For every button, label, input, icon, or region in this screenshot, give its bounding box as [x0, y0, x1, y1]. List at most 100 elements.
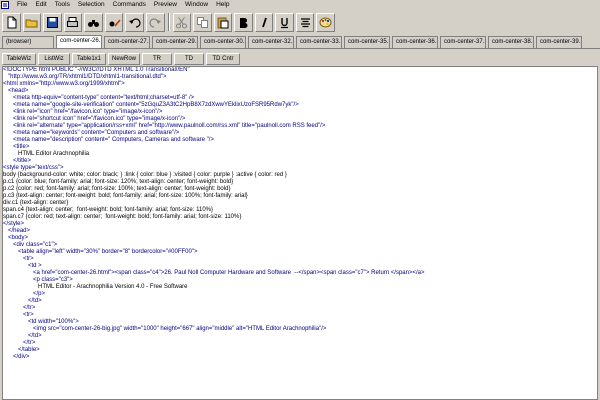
- tab-com-center-26[interactable]: com-center-26....: [56, 35, 102, 48]
- code-line: </title>: [3, 158, 32, 164]
- open-folder-icon: [25, 19, 38, 27]
- underline-icon: [281, 17, 289, 28]
- code-line: p.c3 {text-align: center; font-weight: b…: [3, 193, 248, 199]
- code-line: "http://www.w3.org/TR/xhtml1/DTD/xhtml1-…: [3, 74, 167, 80]
- code-line: <html xmlns="http://www.w3.org/1999/xhtm…: [3, 81, 125, 87]
- menu-preview[interactable]: Preview: [150, 0, 181, 9]
- menu-help[interactable]: Help: [212, 0, 233, 9]
- toolbar-separator: [167, 13, 170, 31]
- paste-button[interactable]: [213, 12, 233, 32]
- color-button[interactable]: [316, 12, 335, 32]
- code-line: <tr>: [3, 312, 34, 318]
- code-line: <!DOCTYPE html PUBLIC "-//W3C//DTD XHTML…: [3, 67, 190, 73]
- redo-button[interactable]: [145, 12, 165, 32]
- find-button[interactable]: [84, 12, 103, 32]
- printer-icon: [67, 16, 79, 27]
- code-line: <a href="com-center-26.html"><span class…: [3, 270, 425, 276]
- align-center-icon: [300, 17, 310, 27]
- code-line: <tr>: [3, 256, 34, 262]
- code-line: </div>: [3, 354, 30, 360]
- code-line: body {background-color: white; color: bl…: [3, 172, 287, 178]
- menu-file[interactable]: File: [13, 0, 31, 9]
- menu-edit[interactable]: Edit: [31, 0, 50, 9]
- copy-button[interactable]: [193, 12, 212, 32]
- tab-com-center-27[interactable]: com-center-27....: [104, 36, 150, 48]
- code-line: <meta name="description" content=" Compu…: [3, 137, 214, 143]
- new-file-button[interactable]: [2, 12, 21, 32]
- code-line: span.c4 {text-align: center; font-weight…: [3, 207, 213, 213]
- code-line: <meta name="keywords" content="Computers…: [3, 130, 180, 136]
- listwiz-button[interactable]: ListWiz: [38, 52, 70, 65]
- menu-window[interactable]: Window: [181, 0, 212, 9]
- tab-com-center-29[interactable]: com-center-29....: [152, 36, 198, 48]
- tab-browser[interactable]: (browser): [2, 36, 54, 48]
- print-button[interactable]: [63, 12, 83, 32]
- code-line: <table align="left" width="30%" border="…: [3, 249, 198, 255]
- td-center-button[interactable]: TD Cntr: [206, 52, 240, 65]
- copy-icon: [196, 16, 208, 28]
- scissors-icon: [176, 16, 188, 28]
- code-line: <body>: [3, 235, 29, 241]
- replace-button[interactable]: [104, 12, 124, 32]
- code-line: HTML Editor Arachnophilia: [3, 151, 90, 157]
- tab-com-center-33[interactable]: com-center-33....: [296, 36, 342, 48]
- code-line: <link rel="shortcut icon" href="/favicon…: [3, 116, 186, 122]
- code-line: <meta name="google-site-verification" co…: [3, 102, 299, 108]
- code-line: p.c2 {color: red; font-family: arial; fo…: [3, 186, 231, 192]
- code-line: <meta http-equiv="content-type" content=…: [3, 95, 195, 101]
- quicktag-bar: TableWiz ListWiz Table1x1 NewRow TR TD T…: [0, 52, 600, 65]
- code-line: </p>: [3, 291, 46, 297]
- save-icon: [46, 16, 58, 28]
- code-line: <p class="c3">: [3, 277, 73, 283]
- td-button[interactable]: TD: [174, 52, 204, 65]
- code-line: <td >: [3, 263, 42, 269]
- find-replace-icon: [109, 18, 121, 27]
- tab-com-center-30[interactable]: com-center-30....: [200, 36, 246, 48]
- code-line: </tr>: [3, 340, 36, 346]
- center-button[interactable]: [295, 12, 315, 32]
- code-line: HTML Editor - Arachnophilia Version 4.0 …: [3, 284, 188, 290]
- code-line: <title>: [3, 144, 30, 150]
- code-line: p.c1 {color: blue; font-family: arial; f…: [3, 179, 234, 185]
- code-line: span.c7 {color: red; text-align: center;…: [3, 214, 242, 220]
- code-line: <head>: [3, 88, 29, 94]
- tab-com-center-37[interactable]: com-center-37....: [440, 36, 486, 48]
- menu-tools[interactable]: Tools: [51, 0, 74, 9]
- undo-button[interactable]: [125, 12, 144, 32]
- code-line: div.c1 {text-align: center}: [3, 200, 69, 206]
- menu-commands[interactable]: Commands: [109, 0, 150, 9]
- tab-com-center-36[interactable]: com-center-36....: [392, 36, 438, 48]
- main-toolbar: [0, 10, 335, 34]
- code-line: <img src="com-center-26-big.jpg" width="…: [3, 326, 327, 332]
- save-button[interactable]: [43, 12, 62, 32]
- menu-selection[interactable]: Selection: [74, 0, 109, 9]
- table1x1-button[interactable]: Table1x1: [72, 52, 106, 65]
- cut-button[interactable]: [172, 12, 192, 32]
- code-editor[interactable]: <!DOCTYPE html PUBLIC "-//W3C//DTD XHTML…: [2, 66, 598, 400]
- code-line: </table>: [3, 347, 40, 353]
- redo-icon: [149, 17, 161, 28]
- tab-com-center-32[interactable]: com-center-32....: [248, 36, 294, 48]
- tab-com-center-38[interactable]: com-center-38....: [488, 36, 534, 48]
- tablewiz-button[interactable]: TableWiz: [2, 52, 36, 65]
- tab-com-center-35[interactable]: com-center-35....: [344, 36, 390, 48]
- code-line: <link rel="alternate" type="application/…: [3, 123, 326, 129]
- code-line: <div class="c1">: [3, 242, 58, 248]
- new-file-icon: [7, 16, 17, 28]
- code-line: <style type="text/css">: [3, 165, 64, 171]
- italic-icon: [261, 17, 267, 27]
- tr-button[interactable]: TR: [142, 52, 172, 65]
- italic-button[interactable]: [254, 12, 274, 32]
- open-file-button[interactable]: [22, 12, 42, 32]
- code-line: </td>: [3, 298, 42, 304]
- tab-com-center-39[interactable]: com-center-39....: [536, 36, 582, 48]
- undo-icon: [129, 17, 141, 28]
- menu-bar: File Edit Tools Selection Commands Previ…: [0, 0, 600, 9]
- binoculars-icon: [88, 19, 100, 27]
- palette-icon: [319, 17, 332, 27]
- underline-button[interactable]: [275, 12, 294, 32]
- newrow-button[interactable]: NewRow: [108, 52, 140, 65]
- code-line: </style>: [3, 221, 25, 227]
- bold-button[interactable]: [234, 12, 253, 32]
- code-line: </head>: [3, 228, 31, 234]
